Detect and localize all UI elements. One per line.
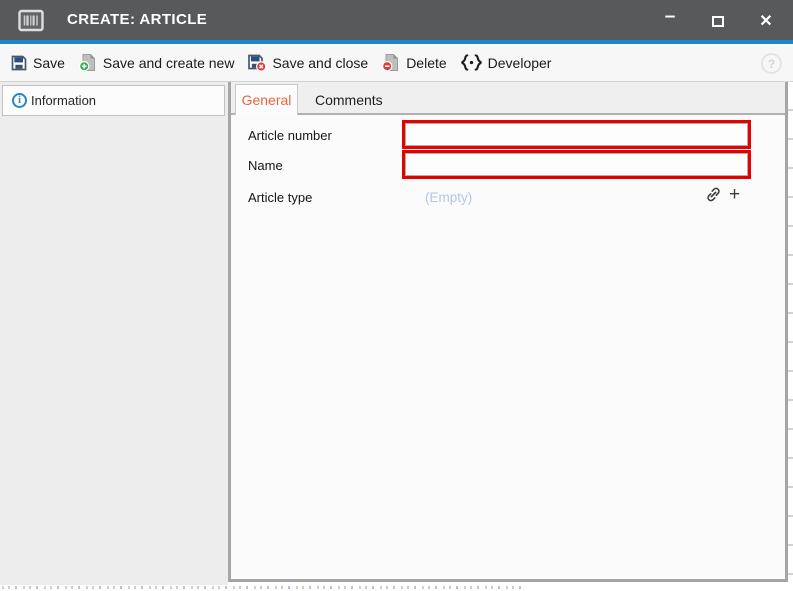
information-section-header[interactable]: i Information <box>2 85 225 116</box>
save-and-create-new-button[interactable]: Save and create new <box>78 53 235 72</box>
background-text-artifact <box>2 586 522 589</box>
floppy-disk-icon <box>10 54 28 72</box>
article-type-label: Article type <box>248 190 312 205</box>
name-error-outline <box>402 150 751 179</box>
add-icon[interactable]: + <box>729 185 740 204</box>
information-label: Information <box>31 93 96 108</box>
article-number-input[interactable] <box>405 123 748 146</box>
maximize-icon <box>712 16 724 27</box>
tab-strip: General Comments <box>231 82 785 115</box>
close-button[interactable]: ✕ <box>749 8 783 34</box>
main-panel: General Comments Article number Name Art… <box>228 82 788 582</box>
name-input[interactable] <box>405 153 748 176</box>
delete-label: Delete <box>406 55 446 71</box>
titlebar: CREATE: ARTICLE – ✕ <box>0 0 793 40</box>
create-article-window: CREATE: ARTICLE – ✕ Save Save and create <box>0 0 793 591</box>
minimize-button[interactable]: – <box>653 8 687 34</box>
document-delete-icon <box>381 53 401 72</box>
barcode-icon <box>17 8 45 33</box>
general-tab-content: Article number Name Article type (Empty)… <box>231 115 785 577</box>
code-braces-icon <box>460 54 483 71</box>
developer-button[interactable]: Developer <box>460 54 552 71</box>
save-label: Save <box>33 55 65 71</box>
window-title: CREATE: ARTICLE <box>67 0 207 40</box>
article-type-value[interactable]: (Empty) <box>425 190 472 205</box>
developer-label: Developer <box>488 55 552 71</box>
name-label: Name <box>248 158 283 173</box>
save-and-create-new-label: Save and create new <box>103 55 235 71</box>
article-number-label: Article number <box>248 128 332 143</box>
sidebar: i Information <box>0 82 228 585</box>
info-icon: i <box>12 93 27 108</box>
background-scrollbar-edge <box>788 82 793 591</box>
toolbar: Save Save and create new Save and close <box>0 44 793 82</box>
save-and-close-button[interactable]: Save and close <box>247 53 368 72</box>
save-button[interactable]: Save <box>10 54 65 72</box>
delete-button[interactable]: Delete <box>381 53 446 72</box>
tab-general[interactable]: General <box>235 84 298 115</box>
tab-comments[interactable]: Comments <box>298 85 400 114</box>
floppy-disk-close-icon <box>247 53 267 72</box>
save-and-close-label: Save and close <box>272 55 368 71</box>
link-icon[interactable] <box>705 186 722 203</box>
maximize-button[interactable] <box>701 8 735 34</box>
document-add-icon <box>78 53 98 72</box>
article-number-error-outline <box>402 120 751 149</box>
article-type-actions: + <box>705 185 740 204</box>
help-icon[interactable]: ? <box>761 53 782 74</box>
